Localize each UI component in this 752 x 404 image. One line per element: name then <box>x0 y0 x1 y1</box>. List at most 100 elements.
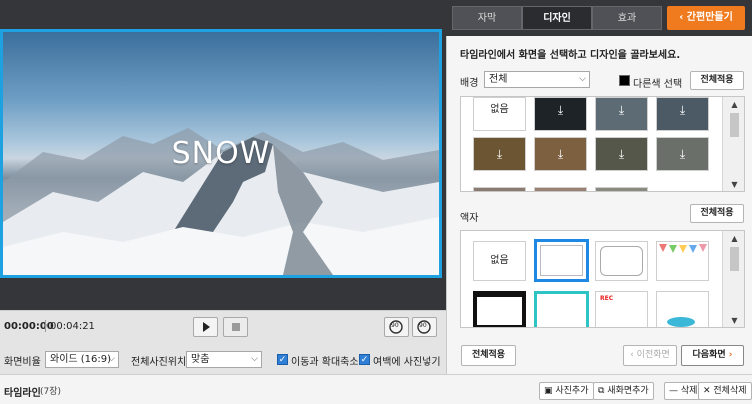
timeline-count: (7장) <box>40 387 62 397</box>
add-photo-label: 사진추가 <box>555 386 589 396</box>
video-preview[interactable]: SNOW <box>0 29 442 278</box>
background-apply-all-button[interactable]: 전체적용 <box>690 71 744 90</box>
rotate-left-label: 90 <box>391 322 399 329</box>
preview-controls: 00:00:00 00:04:21 90 90 화면비율 와이드 (16:9) ⌵… <box>0 310 446 374</box>
chevron-up-icon[interactable]: ▲ <box>729 233 740 244</box>
photo-position-select[interactable]: 맞춤 ⌵ <box>186 351 262 368</box>
time-divider <box>45 320 46 332</box>
frame-apply-all-button[interactable]: 전체적용 <box>690 204 744 223</box>
color-swatch[interactable] <box>619 75 630 86</box>
prev-screen-label: 이전화면 <box>636 350 670 360</box>
delete-all-label: 전체삭제 <box>713 386 747 396</box>
background-thumb[interactable]: ⤓ <box>595 137 648 171</box>
add-new-screen-label: 새화면추가 <box>607 386 649 396</box>
background-category-select[interactable]: 전체 ⌵ <box>484 71 590 88</box>
background-thumb[interactable]: ⤓ <box>534 97 587 131</box>
download-icon: ⤓ <box>679 103 686 117</box>
minus-icon: — <box>669 386 681 396</box>
download-icon: ⤓ <box>618 147 625 161</box>
frame-scrollbar[interactable]: ▲ ▼ <box>722 231 744 327</box>
scrollbar-thumb[interactable] <box>730 113 739 137</box>
background-thumb[interactable]: ⤓ <box>595 97 648 131</box>
timeline-bar: 타임라인 (7장) ▣ 사진추가 ⧉ 새화면추가 — 삭제 ✕ 전체삭제 <box>0 374 752 404</box>
chevron-left-icon: ‹ <box>679 12 687 23</box>
delete-all-button[interactable]: ✕ 전체삭제 <box>698 382 752 400</box>
add-photo-button[interactable]: ▣ 사진추가 <box>539 382 594 400</box>
background-thumb[interactable]: ⤓ <box>473 137 526 171</box>
move-zoom-label: 이동과 확대축소 <box>291 357 359 368</box>
download-icon: ⤓ <box>496 147 503 161</box>
background-thumb[interactable] <box>595 187 648 191</box>
background-thumb[interactable] <box>473 187 526 191</box>
chevron-down-icon: ⌵ <box>251 354 258 364</box>
frame-thumb-selected[interactable] <box>534 239 589 282</box>
quick-make-button[interactable]: ‹ 간편만들기 <box>667 6 745 30</box>
chevron-right-icon: › <box>725 350 733 360</box>
bunting-icon <box>659 244 707 253</box>
chevron-up-icon[interactable]: ▲ <box>729 99 740 110</box>
aspect-select[interactable]: 와이드 (16:9) ⌵ <box>45 351 119 368</box>
design-instruction: 타임라인에서 화면을 선택하고 디자인을 골라보세요. <box>460 50 681 61</box>
rec-label: REC <box>600 295 614 302</box>
margin-photo-label: 여백에 사진넣기 <box>373 357 441 368</box>
frame-label: 액자 <box>460 213 479 224</box>
frame-thumb-film[interactable] <box>473 291 526 327</box>
next-screen-button[interactable]: 다음화면 › <box>681 345 744 366</box>
frame-inner <box>600 246 643 276</box>
rotate-right-label: 90 <box>419 322 427 329</box>
background-thumb[interactable]: ⤓ <box>656 97 709 131</box>
frame-thumb[interactable] <box>595 241 648 281</box>
background-thumb[interactable]: ⤓ <box>534 137 587 171</box>
background-gallery: 없음 ⤓ ⤓ ⤓ ⤓ ⤓ ⤓ ⤓ ▲ ▼ <box>460 96 745 192</box>
background-scrollbar[interactable]: ▲ ▼ <box>722 97 744 191</box>
overlay-text: SNOW <box>171 136 271 171</box>
frame-thumb-teal[interactable] <box>534 291 589 327</box>
play-icon <box>203 322 210 332</box>
move-zoom-checkbox[interactable]: ✓ <box>277 354 288 365</box>
bottom-apply-all-button[interactable]: 전체적용 <box>461 345 516 366</box>
frame-none-label: 없음 <box>490 255 509 266</box>
chevron-down-icon: ⌵ <box>108 354 115 364</box>
stop-button[interactable] <box>223 317 248 337</box>
frame-gallery: 없음 REC ▲ ▼ <box>460 230 745 328</box>
background-category-value: 전체 <box>489 74 508 85</box>
other-color-label: 다른색 선택 <box>633 79 683 90</box>
rotate-right-button[interactable]: 90 <box>412 317 437 337</box>
next-screen-label: 다음화면 <box>692 350 726 360</box>
tab-design[interactable]: 디자인 <box>522 6 592 30</box>
aspect-value: 와이드 (16:9) <box>50 354 112 365</box>
frame-thumb-rec[interactable]: REC <box>595 291 648 327</box>
photo-position-value: 맞춤 <box>191 354 210 365</box>
quick-make-label: 간편만들기 <box>686 12 733 23</box>
frame-thumb-bunting[interactable] <box>656 241 709 281</box>
frame-thumb-whale[interactable] <box>656 291 709 327</box>
frame-inner <box>477 297 522 325</box>
background-thumb[interactable] <box>534 187 587 191</box>
frame-none[interactable]: 없음 <box>473 241 526 281</box>
tab-subtitle[interactable]: 자막 <box>452 6 522 30</box>
time-current: 00:00:00 <box>4 321 54 332</box>
download-icon: ⤓ <box>679 147 686 161</box>
margin-photo-checkbox[interactable]: ✓ <box>359 354 370 365</box>
add-new-screen-button[interactable]: ⧉ 새화면추가 <box>593 382 654 400</box>
tab-effect[interactable]: 효과 <box>592 6 662 30</box>
delete-button[interactable]: — 삭제 <box>664 382 703 400</box>
prev-screen-button[interactable]: ‹ 이전화면 <box>623 345 677 366</box>
image-icon: ▣ <box>544 386 556 396</box>
whale-icon <box>667 317 695 327</box>
new-screen-icon: ⧉ <box>598 386 608 396</box>
chevron-down-icon[interactable]: ▼ <box>729 179 740 190</box>
chevron-down-icon: ⌵ <box>579 74 586 84</box>
scrollbar-thumb[interactable] <box>730 247 739 271</box>
close-icon: ✕ <box>703 386 714 396</box>
background-thumb[interactable]: ⤓ <box>656 137 709 171</box>
download-icon: ⤓ <box>557 103 564 117</box>
background-label: 배경 <box>460 78 479 89</box>
rotate-left-button[interactable]: 90 <box>384 317 409 337</box>
delete-label: 삭제 <box>680 386 698 396</box>
background-none[interactable]: 없음 <box>473 97 526 131</box>
photo-position-label: 전체사진위치 <box>131 357 187 368</box>
background-none-label: 없음 <box>490 104 509 115</box>
play-button[interactable] <box>193 317 218 337</box>
chevron-down-icon[interactable]: ▼ <box>729 315 740 326</box>
